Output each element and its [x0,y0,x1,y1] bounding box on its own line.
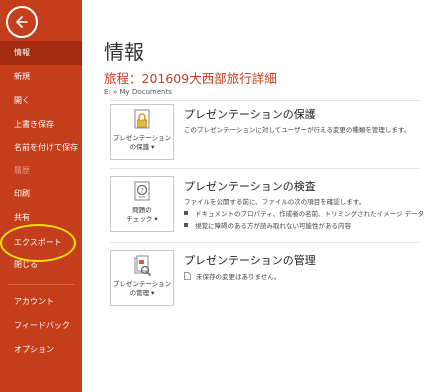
backstage-sidebar: 情報 新規 開く 上書き保存 名前を付けて保存 履歴 印刷 共有 エクスポート … [0,0,82,392]
sidebar-item-close[interactable]: 閉じる [0,253,82,277]
inspect-bullet-text: ドキュメントのプロパティ、作成者の名前、トリミングされたイメージ データ [195,210,425,218]
svg-text:?: ? [140,187,143,195]
document-path[interactable]: E: » My Documents [104,88,172,96]
inspect-section-desc: ファイルを公開する前に、ファイルの次の項目を確認します。 [184,198,366,206]
sidebar-separator [8,284,74,285]
back-button[interactable] [6,6,38,38]
manage-document-icon [134,255,152,277]
sidebar-item-save-as[interactable]: 名前を付けて保存 [0,136,82,160]
manage-presentation-button[interactable]: プレゼンテーション の管理 ▾ [110,250,174,306]
protect-presentation-button[interactable]: プレゼンテーション の保護 ▾ [110,104,174,160]
manage-section-desc: 未保存の変更はありません。 [184,271,280,281]
protect-section-title: プレゼンテーションの保護 [184,108,316,121]
sidebar-item-options[interactable]: オプション [0,338,82,362]
manage-button-label-line2: の管理 ▾ [129,288,155,297]
sidebar-item-print[interactable]: 印刷 [0,182,82,206]
protect-button-label-line2: の保護 ▾ [129,142,155,151]
check-button-label-line2: チェック ▾ [126,214,158,223]
inspect-bullet-text: 視覚に障碍のある方が読み取れない可能性がある内容 [195,222,351,230]
sidebar-item-new[interactable]: 新規 [0,65,82,89]
sidebar-item-account[interactable]: アカウント [0,290,82,314]
sidebar-item-export[interactable]: エクスポート [0,231,82,255]
check-button-label-line1: 問題の [132,206,152,214]
sidebar-item-share[interactable]: 共有 [0,206,82,230]
inspect-bullet: ドキュメントのプロパティ、作成者の名前、トリミングされたイメージ データ [184,208,424,218]
manage-section-title: プレゼンテーションの管理 [184,254,316,267]
check-for-issues-button[interactable]: ? 問題の チェック ▾ [110,176,174,232]
back-arrow-icon [16,16,28,28]
manage-section-desc-text: 未保存の変更はありません。 [196,273,281,281]
protect-button-label-line1: プレゼンテーション [112,134,172,142]
divider [110,100,420,101]
divider [110,242,420,243]
inspect-bullet: 視覚に障碍のある方が読み取れない可能性がある内容 [184,220,351,230]
sidebar-item-feedback[interactable]: フィードバック [0,314,82,338]
sidebar-item-info[interactable]: 情報 [0,41,82,65]
sidebar-item-save[interactable]: 上書き保存 [0,113,82,137]
divider [110,168,420,169]
bullet-square-icon [184,223,188,227]
lock-icon [134,109,150,129]
page-title: 情報 [104,40,144,64]
bullet-square-icon [184,211,188,215]
info-panel: 情報 旅程：201609大西部旅行詳細 E: » My Documents プレ… [82,0,432,392]
inspect-document-icon: ? [134,181,150,201]
manage-button-label-line1: プレゼンテーション [112,280,172,288]
document-icon [184,272,191,280]
document-title: 旅程：201609大西部旅行詳細 [104,71,277,86]
protect-section-desc: このプレゼンテーションに対してユーザーが行える変更の種類を管理します。 [184,126,411,134]
inspect-section-title: プレゼンテーションの検査 [184,180,316,193]
sidebar-item-history: 履歴 [14,166,30,175]
sidebar-item-open[interactable]: 開く [0,89,82,113]
